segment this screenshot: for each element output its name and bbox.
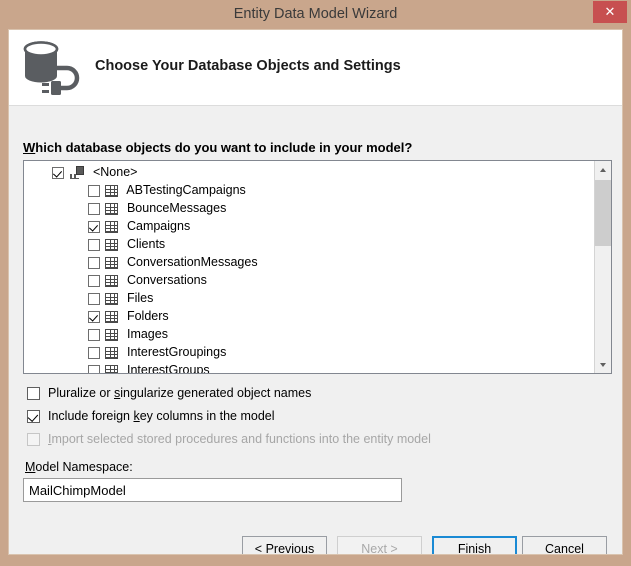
close-button[interactable]: ✕: [593, 1, 627, 23]
model-namespace-input[interactable]: [23, 478, 402, 502]
dialog-window: Entity Data Model Wizard ✕ Choose Your D…: [0, 0, 631, 566]
table-row[interactable]: Conversations: [24, 271, 594, 289]
table-checkbox[interactable]: [88, 185, 100, 197]
table-row[interactable]: Images: [24, 325, 594, 343]
table-label: Campaigns: [126, 219, 191, 233]
table-label: InterestGroupings: [126, 345, 227, 359]
next-rest: ext >: [370, 542, 398, 555]
finish-button[interactable]: Finish: [432, 536, 517, 555]
pluralize-label-b: ingularize generated object names: [120, 386, 312, 400]
table-label: Files: [126, 291, 154, 305]
table-checkbox[interactable]: [88, 275, 100, 287]
table-row[interactable]: BounceMessages: [24, 199, 594, 217]
table-checkbox[interactable]: [88, 311, 100, 323]
pluralize-label-a: Pluralize or: [48, 386, 114, 400]
scroll-up-icon[interactable]: [595, 161, 611, 178]
import-stored-procedures-option: Import selected stored procedures and fu…: [27, 432, 431, 446]
next-button: Next >: [337, 536, 422, 555]
table-row[interactable]: Files: [24, 289, 594, 307]
table-icon: [105, 347, 119, 359]
table-row[interactable]: ConversationMessages: [24, 253, 594, 271]
table-label: Conversations: [126, 273, 207, 287]
table-checkbox[interactable]: [88, 329, 100, 341]
foreign-key-label-a: Include foreign: [48, 409, 134, 423]
database-objects-tree[interactable]: <None> ABTestingCampaigns BounceMessages…: [23, 160, 612, 374]
table-row[interactable]: Campaigns: [24, 217, 594, 235]
table-row[interactable]: InterestGroupings: [24, 343, 594, 361]
table-icon: [105, 203, 119, 215]
table-label: Images: [126, 327, 168, 341]
next-accel-char: N: [361, 542, 371, 555]
prompt-accel-char: W: [23, 140, 36, 155]
tree-root-checkbox[interactable]: [52, 167, 64, 179]
table-icon: [105, 293, 119, 305]
cancel-button[interactable]: Cancel: [522, 536, 607, 555]
table-row[interactable]: Clients: [24, 235, 594, 253]
table-icon: [105, 257, 119, 269]
table-label: Folders: [126, 309, 169, 323]
table-icon: [105, 185, 119, 197]
tree-items-container: <None> ABTestingCampaigns BounceMessages…: [24, 163, 594, 374]
table-icon: [105, 311, 119, 323]
foreign-key-option[interactable]: Include foreign key columns in the model: [27, 409, 275, 423]
table-icon: [105, 275, 119, 287]
table-label: ABTestingCampaigns: [126, 183, 246, 197]
pluralize-option[interactable]: Pluralize or singularize generated objec…: [27, 386, 311, 400]
prompt-label: Which database objects do you want to in…: [23, 140, 412, 155]
table-row[interactable]: ABTestingCampaigns: [24, 181, 594, 199]
namespace-accel-char: M: [25, 460, 36, 474]
close-icon: ✕: [604, 4, 616, 19]
title-bar: Entity Data Model Wizard ✕: [0, 0, 631, 29]
scrollbar-thumb[interactable]: [595, 180, 611, 246]
finish-rest: inish: [465, 542, 492, 555]
table-row[interactable]: Folders: [24, 307, 594, 325]
table-checkbox[interactable]: [88, 221, 100, 233]
table-label: BounceMessages: [126, 201, 227, 215]
namespace-label-rest: odel Namespace:: [35, 460, 133, 474]
previous-rest: revious: [273, 542, 315, 555]
scroll-down-icon[interactable]: [595, 356, 611, 373]
dialog-header: Choose Your Database Objects and Setting…: [9, 30, 622, 106]
table-icon: [105, 221, 119, 233]
table-label: ConversationMessages: [126, 255, 258, 269]
database-connection-icon: [17, 36, 89, 100]
previous-prefix: <: [254, 542, 266, 555]
import-label-b: mport selected stored procedures and fun…: [51, 432, 431, 446]
table-checkbox[interactable]: [88, 239, 100, 251]
dialog-client: Choose Your Database Objects and Setting…: [8, 29, 623, 555]
prompt-rest: hich database objects do you want to inc…: [35, 140, 413, 155]
table-icon: [105, 239, 119, 251]
table-checkbox[interactable]: [88, 203, 100, 215]
foreign-key-label-b: ey columns in the model: [139, 409, 275, 423]
tree-row-root[interactable]: <None>: [24, 163, 594, 181]
pluralize-checkbox[interactable]: [27, 387, 40, 400]
window-title: Entity Data Model Wizard: [233, 6, 398, 22]
table-icon: [105, 329, 119, 341]
previous-button[interactable]: < Previous: [242, 536, 327, 555]
table-label: Clients: [126, 237, 166, 251]
table-checkbox[interactable]: [88, 347, 100, 359]
import-stored-procedures-checkbox: [27, 433, 40, 446]
foreign-key-checkbox[interactable]: [27, 410, 40, 423]
page-title: Choose Your Database Objects and Setting…: [95, 58, 401, 74]
previous-accel-char: P: [265, 542, 274, 555]
tree-scrollbar[interactable]: [594, 161, 611, 373]
tree-root-label: <None>: [92, 165, 138, 179]
table-checkbox[interactable]: [88, 257, 100, 269]
table-checkbox[interactable]: [88, 365, 100, 373]
table-row[interactable]: InterestGroups: [24, 361, 594, 374]
table-label: InterestGroups: [126, 363, 210, 374]
table-icon: [105, 365, 119, 373]
server-icon: [69, 166, 85, 179]
table-checkbox[interactable]: [88, 293, 100, 305]
model-namespace-label: Model Namespace:: [25, 460, 133, 474]
cancel-label: Cancel: [545, 542, 584, 555]
